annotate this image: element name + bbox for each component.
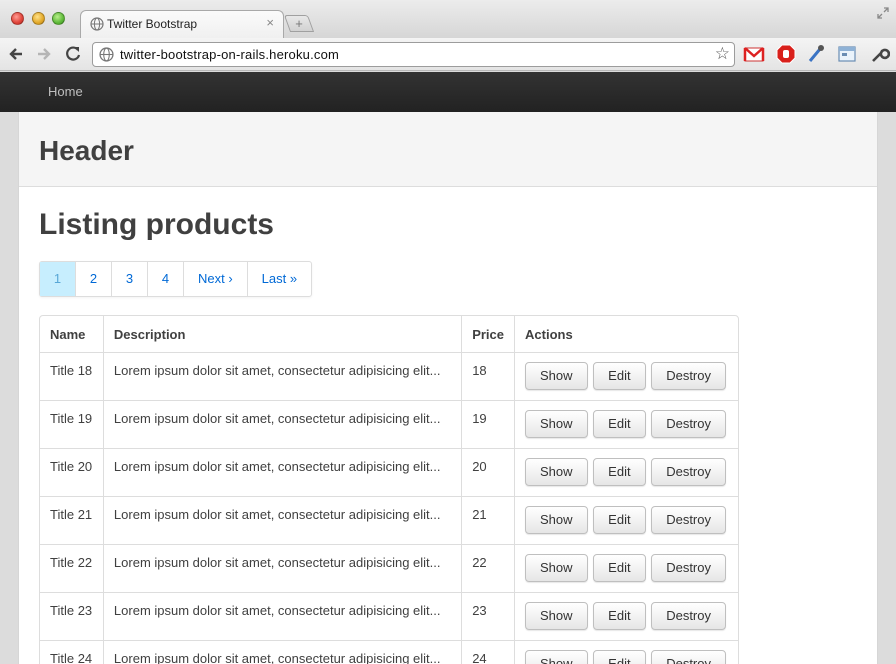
top-navbar: Home	[0, 72, 896, 112]
cell-price: 19	[461, 400, 515, 448]
cell-description: Lorem ipsum dolor sit amet, consectetur …	[102, 352, 462, 400]
cell-price: 23	[461, 592, 515, 640]
url-text[interactable]: twitter-bootstrap-on-rails.heroku.com	[120, 47, 339, 62]
cell-price: 22	[461, 544, 515, 592]
browser-toolbar: twitter-bootstrap-on-rails.heroku.com ☆	[0, 38, 896, 71]
column-header-price: Price	[461, 316, 514, 352]
cell-actions: Show Edit Destroy	[514, 400, 738, 448]
cell-price: 18	[461, 352, 515, 400]
show-button[interactable]: Show	[525, 410, 588, 438]
table-row: Title 22 Lorem ipsum dolor sit amet, con…	[40, 544, 738, 592]
column-header-actions: Actions	[514, 316, 738, 352]
column-header-name: Name	[50, 327, 86, 342]
cell-description: Lorem ipsum dolor sit amet, consectetur …	[102, 496, 462, 544]
edit-button[interactable]: Edit	[593, 554, 646, 582]
minimize-window-button[interactable]	[32, 12, 45, 25]
gmail-icon[interactable]	[743, 44, 765, 64]
column-header-description: Description	[102, 316, 461, 352]
forward-arrow-icon[interactable]	[34, 44, 54, 64]
cell-description: Lorem ipsum dolor sit amet, consectetur …	[102, 400, 462, 448]
cell-name: Title 19	[40, 400, 103, 448]
edit-button[interactable]: Edit	[593, 362, 646, 390]
window-panel-icon[interactable]	[836, 44, 858, 64]
cell-actions: Show Edit Destroy	[514, 544, 738, 592]
cell-name: Title 21	[40, 496, 103, 544]
cell-price: 21	[461, 496, 515, 544]
cell-description: Lorem ipsum dolor sit amet, consectetur …	[102, 544, 462, 592]
globe-icon	[90, 17, 104, 31]
address-bar[interactable]: twitter-bootstrap-on-rails.heroku.com ☆	[92, 42, 735, 67]
page-link-4[interactable]: 4	[148, 262, 184, 296]
destroy-button[interactable]: Destroy	[651, 410, 726, 438]
cell-actions: Show Edit Destroy	[514, 640, 738, 664]
cell-name: Title 18	[40, 352, 103, 400]
close-window-button[interactable]	[11, 12, 24, 25]
back-arrow-icon[interactable]	[6, 44, 26, 64]
cell-description: Lorem ipsum dolor sit amet, consectetur …	[102, 448, 462, 496]
reload-icon[interactable]	[63, 44, 83, 64]
edit-button[interactable]: Edit	[593, 602, 646, 630]
show-button[interactable]: Show	[525, 362, 588, 390]
cell-name: Title 24	[40, 640, 103, 664]
show-button[interactable]: Show	[525, 554, 588, 582]
destroy-button[interactable]: Destroy	[651, 602, 726, 630]
cell-name: Title 20	[40, 448, 103, 496]
header-title: Header	[39, 135, 134, 166]
bookmark-star-icon[interactable]: ☆	[715, 44, 730, 64]
cell-actions: Show Edit Destroy	[514, 352, 738, 400]
page-link-3[interactable]: 3	[112, 262, 148, 296]
browser-tab[interactable]: Twitter Bootstrap ×	[80, 10, 284, 38]
cell-name: Title 22	[40, 544, 103, 592]
page-link-2[interactable]: 2	[76, 262, 112, 296]
cell-name: Title 23	[40, 592, 103, 640]
eyedropper-icon[interactable]	[805, 44, 827, 64]
destroy-button[interactable]: Destroy	[651, 506, 726, 534]
table-row: Title 19 Lorem ipsum dolor sit amet, con…	[40, 400, 738, 448]
table-row: Title 23 Lorem ipsum dolor sit amet, con…	[40, 592, 738, 640]
zoom-window-button[interactable]	[52, 12, 65, 25]
fullscreen-icon[interactable]	[876, 6, 890, 20]
table-header-row: Name Description Price Actions	[40, 316, 738, 352]
table-row: Title 21 Lorem ipsum dolor sit amet, con…	[40, 496, 738, 544]
wrench-icon[interactable]	[868, 44, 890, 64]
show-button[interactable]: Show	[525, 650, 588, 664]
destroy-button[interactable]: Destroy	[651, 362, 726, 390]
cell-description: Lorem ipsum dolor sit amet, consectetur …	[102, 592, 462, 640]
edit-button[interactable]: Edit	[593, 458, 646, 486]
products-table: Name Description Price Actions Title 18 …	[39, 315, 739, 664]
page-container: Header Listing products 1 2 3 4 Next › L…	[18, 112, 878, 664]
site-globe-icon	[99, 47, 114, 62]
cell-description: Lorem ipsum dolor sit amet, consectetur …	[102, 640, 462, 664]
cell-price: 20	[461, 448, 515, 496]
table-row: Title 20 Lorem ipsum dolor sit amet, con…	[40, 448, 738, 496]
edit-button[interactable]: Edit	[593, 650, 646, 664]
adblock-icon[interactable]	[775, 44, 797, 64]
table-row: Title 18 Lorem ipsum dolor sit amet, con…	[40, 352, 738, 400]
edit-button[interactable]: Edit	[593, 410, 646, 438]
tab-title: Twitter Bootstrap	[107, 17, 198, 31]
browser-titlebar: Twitter Bootstrap × +	[0, 0, 896, 38]
cell-price: 24	[461, 640, 515, 664]
edit-button[interactable]: Edit	[593, 506, 646, 534]
nav-home-link[interactable]: Home	[48, 84, 83, 99]
show-button[interactable]: Show	[525, 458, 588, 486]
cell-actions: Show Edit Destroy	[514, 496, 738, 544]
page-link-1[interactable]: 1	[40, 262, 76, 296]
cell-actions: Show Edit Destroy	[514, 448, 738, 496]
pagination: 1 2 3 4 Next › Last »	[39, 261, 313, 297]
destroy-button[interactable]: Destroy	[651, 554, 726, 582]
page-link-last[interactable]: Last »	[248, 262, 311, 296]
page-header: Header	[19, 112, 877, 187]
page-link-next[interactable]: Next ›	[184, 262, 248, 296]
cell-actions: Show Edit Destroy	[514, 592, 738, 640]
show-button[interactable]: Show	[525, 602, 588, 630]
show-button[interactable]: Show	[525, 506, 588, 534]
page-title: Listing products	[39, 208, 274, 241]
new-tab-button[interactable]: +	[283, 15, 315, 32]
destroy-button[interactable]: Destroy	[651, 650, 726, 664]
destroy-button[interactable]: Destroy	[651, 458, 726, 486]
table-row: Title 24 Lorem ipsum dolor sit amet, con…	[40, 640, 738, 664]
plus-icon: +	[295, 16, 303, 31]
tab-close-icon[interactable]: ×	[266, 15, 274, 30]
